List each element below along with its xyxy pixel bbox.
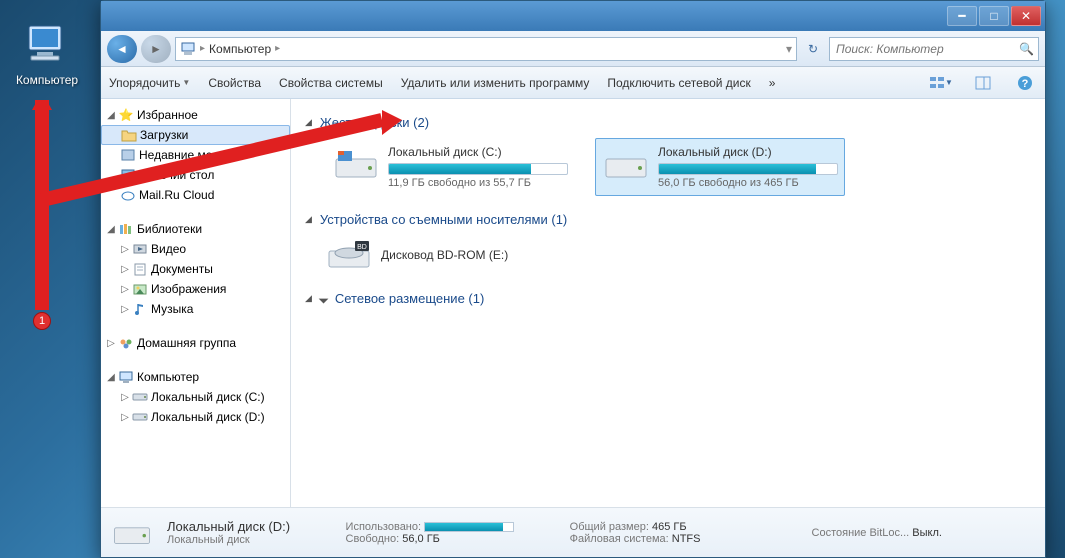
help-button[interactable]: ?	[1013, 71, 1037, 95]
expand-icon: ▷	[119, 412, 131, 423]
address-dropdown-icon[interactable]: ▾	[786, 42, 792, 56]
drive-icon	[111, 512, 153, 554]
toolbar-map-drive[interactable]: Подключить сетевой диск	[607, 76, 750, 90]
close-button[interactable]: ✕	[1011, 6, 1041, 26]
computer-icon	[180, 41, 196, 57]
drive-name: Локальный диск (D:)	[658, 145, 838, 159]
toolbar-properties[interactable]: Свойства	[208, 76, 261, 90]
toolbar-uninstall-program[interactable]: Удалить или изменить программу	[401, 76, 590, 90]
sidebar-computer-header[interactable]: ◢ Компьютер	[101, 367, 290, 387]
minimize-button[interactable]: ━	[947, 6, 977, 26]
status-bitlocker-value: Выкл.	[912, 527, 942, 539]
address-bar[interactable]: ▸ Компьютер ▸ ▾	[175, 37, 797, 61]
status-total-label: Общий размер:	[570, 521, 649, 533]
desktop-computer-icon[interactable]: Компьютер	[12, 20, 82, 87]
refresh-button[interactable]: ↻	[801, 42, 825, 56]
annotation-arrow	[32, 100, 512, 350]
status-subtitle: Локальный диск	[167, 534, 328, 546]
view-mode-button[interactable]: ▼	[929, 71, 953, 95]
status-fs-label: Файловая система:	[570, 533, 669, 545]
drive-free-text: 56,0 ГБ свободно из 465 ГБ	[658, 177, 838, 189]
maximize-button[interactable]: □	[979, 6, 1009, 26]
drive-tile-d[interactable]: Локальный диск (D:) 56,0 ГБ свободно из …	[595, 138, 845, 196]
breadcrumb-item[interactable]: Компьютер	[209, 42, 271, 56]
status-free-label: Свободно:	[346, 533, 400, 545]
sidebar-item-drive-d[interactable]: ▷ Локальный диск (D:)	[101, 407, 290, 427]
drive-icon	[602, 145, 650, 185]
computer-icon	[117, 370, 135, 384]
statusbar: Локальный диск (D:) Локальный диск Испол…	[101, 507, 1045, 557]
preview-pane-button[interactable]	[971, 71, 995, 95]
drive-capacity-bar	[658, 163, 838, 175]
titlebar: ━ □ ✕	[101, 1, 1045, 31]
toolbar: Упорядочить ▼ Свойства Свойства системы …	[101, 67, 1045, 99]
search-icon[interactable]: 🔍	[1019, 42, 1034, 56]
navbar: ◄ ► ▸ Компьютер ▸ ▾ ↻ 🔍	[101, 31, 1045, 67]
drive-icon	[131, 411, 149, 423]
status-used-bar	[424, 522, 514, 532]
status-title: Локальный диск (D:)	[167, 519, 328, 534]
breadcrumb-chevron-icon: ▸	[200, 43, 205, 54]
nav-forward-button[interactable]: ►	[141, 35, 171, 63]
status-free-value: 56,0 ГБ	[402, 533, 440, 545]
breadcrumb-chevron-icon: ▸	[275, 43, 280, 54]
sidebar-item-drive-c[interactable]: ▷ Локальный диск (C:)	[101, 387, 290, 407]
nav-back-button[interactable]: ◄	[107, 35, 137, 63]
status-total-value: 465 ГБ	[652, 521, 687, 533]
computer-icon	[23, 20, 71, 68]
search-box[interactable]: 🔍	[829, 37, 1039, 61]
expand-icon: ◢	[105, 372, 117, 383]
toolbar-system-properties[interactable]: Свойства системы	[279, 76, 383, 90]
drive-icon	[131, 391, 149, 403]
status-used-label: Использовано:	[346, 521, 422, 533]
toolbar-organize[interactable]: Упорядочить ▼	[109, 76, 190, 90]
toolbar-more[interactable]: »	[769, 76, 776, 90]
desktop-computer-label: Компьютер	[12, 73, 82, 87]
svg-text:?: ?	[1022, 78, 1029, 90]
status-fs-value: NTFS	[672, 533, 701, 545]
expand-icon: ▷	[119, 392, 131, 403]
search-input[interactable]	[834, 41, 1019, 57]
status-bitlocker-label: Состояние BitLoc...	[812, 527, 910, 539]
